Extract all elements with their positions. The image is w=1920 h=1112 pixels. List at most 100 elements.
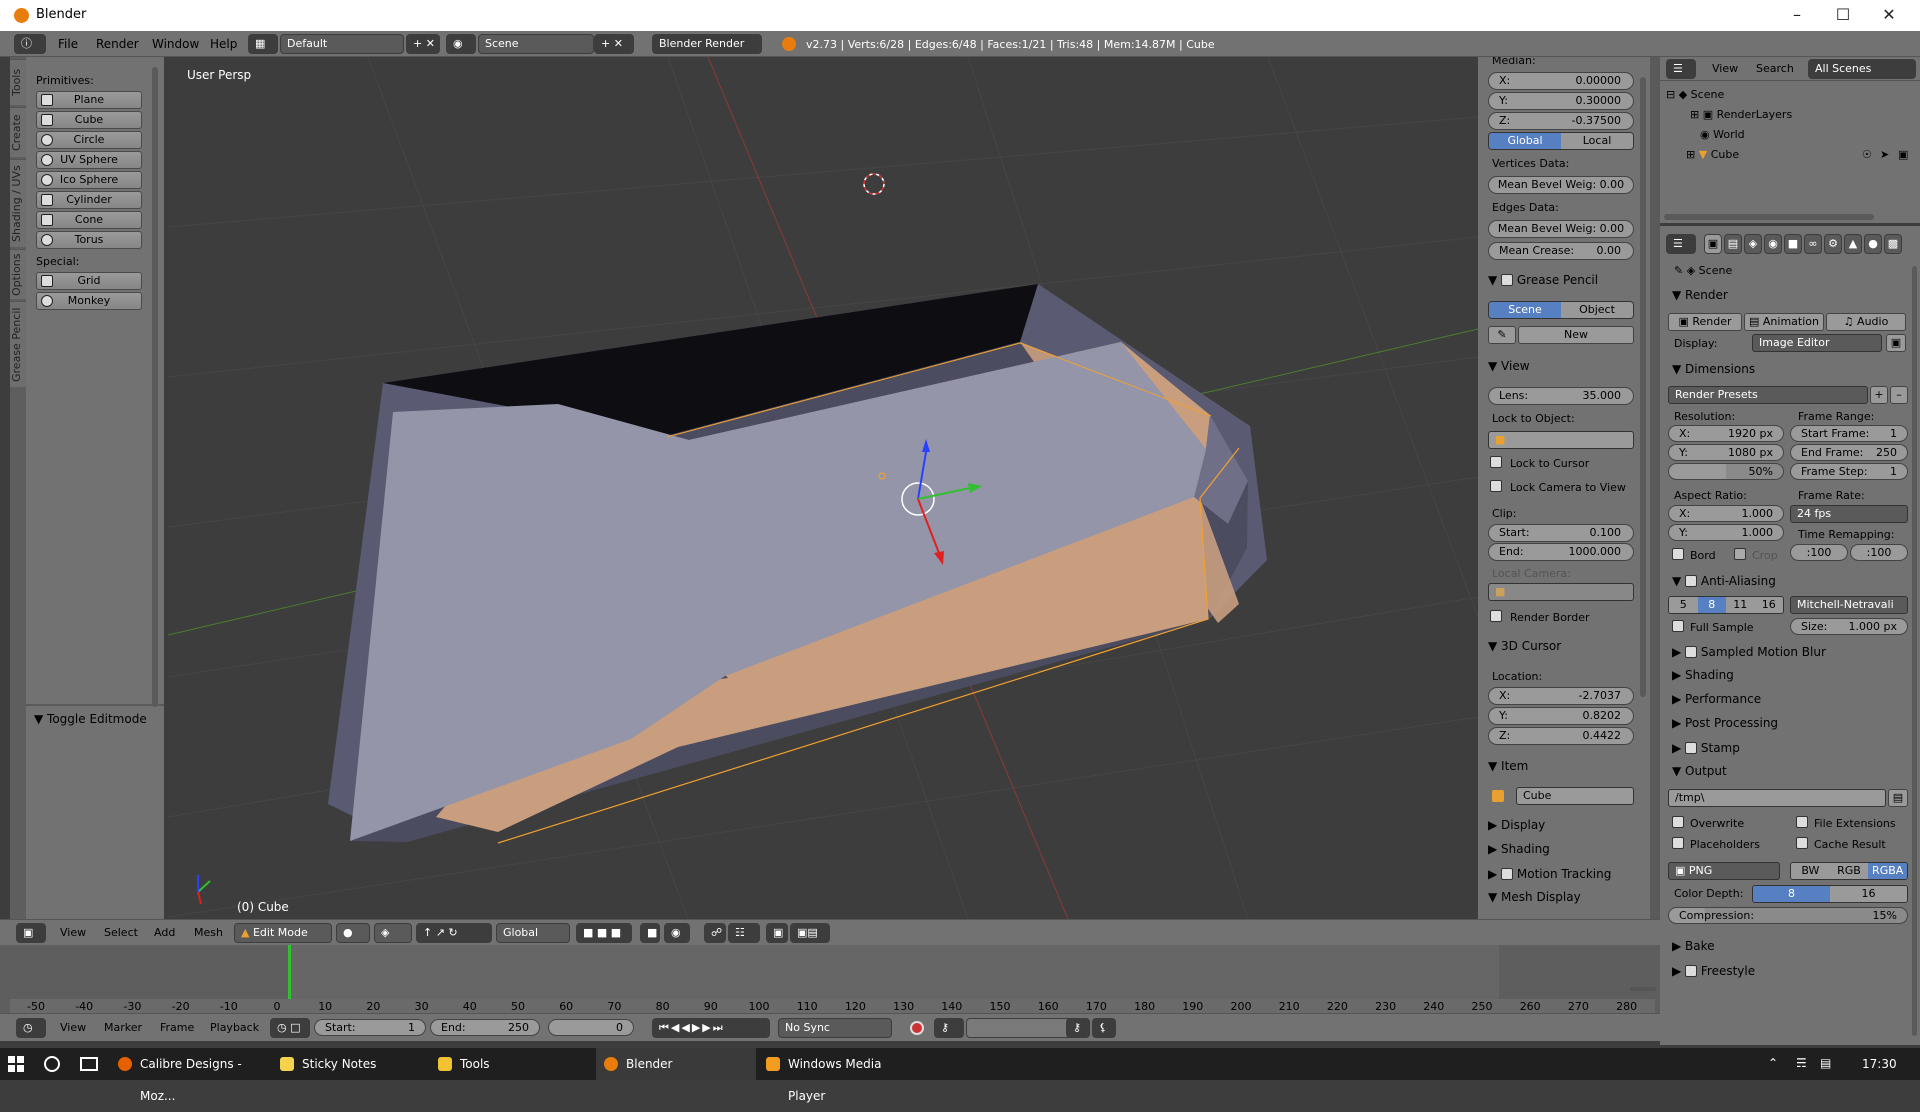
- frame-step-field[interactable]: Frame Step: 1: [1790, 463, 1908, 480]
- clip-start-field[interactable]: Start: 0.100: [1488, 524, 1634, 542]
- menu-help[interactable]: Help: [210, 37, 237, 51]
- aa-samples-5[interactable]: 5: [1669, 597, 1698, 613]
- frame-rate-dropdown[interactable]: 24 fps: [1790, 505, 1908, 523]
- render-presets-dropdown[interactable]: Render Presets: [1668, 386, 1868, 404]
- median-x-field[interactable]: X: 0.00000: [1488, 72, 1634, 90]
- outliner-item-renderlayers[interactable]: ⊞ ▣ RenderLayers: [1690, 108, 1792, 121]
- taskbar-app-firefox[interactable]: Calibre Designs - Moz...: [110, 1048, 270, 1103]
- cursor-y-field[interactable]: Y: 0.8202: [1488, 707, 1634, 725]
- tab-shading-uvs[interactable]: Shading / UVs: [10, 159, 26, 247]
- texture-context-icon[interactable]: ▩: [1884, 234, 1902, 254]
- tab-options[interactable]: Options: [10, 249, 26, 299]
- outliner-item-cube[interactable]: ⊞ ▼ Cube: [1686, 148, 1739, 161]
- taskbar-app-tools[interactable]: Tools: [430, 1048, 594, 1080]
- view3d-mesh-menu[interactable]: Mesh: [194, 926, 223, 939]
- limit-selection-icon[interactable]: ■: [640, 923, 660, 943]
- output-panel-header[interactable]: ▼ Output: [1672, 764, 1727, 778]
- audio-button[interactable]: ♫ Audio: [1826, 313, 1906, 331]
- aa-filter-dropdown[interactable]: Mitchell-Netravali: [1790, 596, 1908, 614]
- outliner-editor-icon[interactable]: ☰: [1666, 59, 1696, 79]
- cache-result-checkbox[interactable]: [1796, 837, 1808, 849]
- render-border-checkbox[interactable]: [1490, 610, 1502, 622]
- object-context-icon[interactable]: ■: [1784, 234, 1802, 254]
- preview-range-toggle[interactable]: ◷ □: [270, 1018, 310, 1038]
- manipulator-toggles[interactable]: ↑ ↗ ↻: [416, 923, 492, 943]
- opengl-render-icon[interactable]: ▣: [766, 923, 788, 943]
- placeholders-checkbox[interactable]: [1672, 837, 1684, 849]
- transform-orientation-dropdown[interactable]: Global: [496, 923, 570, 943]
- file-format-dropdown[interactable]: ▣ PNG: [1668, 862, 1780, 880]
- timeline-playback-menu[interactable]: Playback: [210, 1021, 259, 1034]
- timeline-frame-menu[interactable]: Frame: [160, 1021, 194, 1034]
- output-path-field[interactable]: /tmp\: [1668, 789, 1886, 807]
- taskbar-app-blender[interactable]: Blender: [596, 1048, 756, 1080]
- add-plane-button[interactable]: Plane: [36, 91, 142, 109]
- local-camera-field[interactable]: ■: [1488, 583, 1634, 601]
- layout-field[interactable]: Default: [280, 34, 404, 54]
- data-context-icon[interactable]: ▲: [1844, 234, 1862, 254]
- animation-button[interactable]: ▤ Animation: [1744, 313, 1824, 331]
- time-remap-old-field[interactable]: :100: [1790, 544, 1848, 561]
- tab-create[interactable]: Create: [10, 107, 26, 157]
- aspect-x-field[interactable]: X: 1.000: [1668, 505, 1784, 522]
- border-checkbox[interactable]: [1672, 548, 1684, 560]
- add-uv-sphere-button[interactable]: UV Sphere: [36, 151, 142, 169]
- shading-panel-header[interactable]: ▶ Shading: [1672, 668, 1734, 682]
- timeline-scrollbar[interactable]: [1630, 987, 1656, 991]
- start-frame-field[interactable]: Start Frame: 1: [1790, 425, 1908, 442]
- aa-samples-toggle[interactable]: 5 8 11 16: [1668, 596, 1784, 614]
- constraints-context-icon[interactable]: ∞: [1804, 234, 1822, 254]
- stamp-panel-header[interactable]: ▶ Stamp: [1672, 740, 1740, 755]
- view3d-view-menu[interactable]: View: [60, 926, 86, 939]
- render-button[interactable]: ▣ Render: [1668, 313, 1742, 331]
- aa-size-field[interactable]: Size: 1.000 px: [1790, 618, 1908, 635]
- tab-grease-pencil[interactable]: Grease Pencil: [10, 301, 26, 387]
- rgb-button[interactable]: RGB: [1829, 863, 1869, 879]
- cursor-x-field[interactable]: X: -2.7037: [1488, 687, 1634, 705]
- record-icon[interactable]: [910, 1021, 924, 1035]
- menu-file[interactable]: File: [58, 37, 78, 51]
- gp-object-button[interactable]: Object: [1561, 302, 1633, 318]
- add-grid-button[interactable]: Grid: [36, 272, 142, 290]
- freestyle-panel-header[interactable]: ▶ Freestyle: [1672, 963, 1755, 978]
- pivot-point-dropdown[interactable]: ◈: [374, 923, 412, 943]
- gp-new-button[interactable]: New: [1518, 326, 1634, 344]
- add-circle-button[interactable]: Circle: [36, 131, 142, 149]
- freestyle-checkbox[interactable]: [1685, 965, 1698, 977]
- start-windows-icon[interactable]: [8, 1056, 24, 1072]
- select-mode-buttons[interactable]: ■ ■ ■: [576, 923, 632, 943]
- minimize-button[interactable]: –: [1774, 0, 1820, 31]
- mean-crease-field[interactable]: Mean Crease: 0.00: [1488, 242, 1634, 260]
- outliner-view-menu[interactable]: View: [1712, 62, 1738, 75]
- clip-end-field[interactable]: End: 1000.000: [1488, 543, 1634, 561]
- operator-panel-toggle-editmode[interactable]: ▼ Toggle Editmode: [34, 712, 147, 726]
- menu-window[interactable]: Window: [152, 37, 199, 51]
- close-button[interactable]: ✕: [1866, 0, 1912, 31]
- add-preset-button[interactable]: +: [1870, 386, 1888, 404]
- render-layers-context-icon[interactable]: ▤: [1724, 234, 1742, 254]
- mesh-display-panel-header[interactable]: ▼ Mesh Display: [1488, 890, 1581, 904]
- add-monkey-button[interactable]: Monkey: [36, 292, 142, 310]
- world-context-icon[interactable]: ◉: [1764, 234, 1782, 254]
- lock-camera-checkbox[interactable]: [1490, 480, 1502, 492]
- post-processing-panel-header[interactable]: ▶ Post Processing: [1672, 716, 1778, 730]
- scene-context-icon[interactable]: ◈: [1744, 234, 1762, 254]
- view-panel-header[interactable]: ▼ View: [1488, 359, 1530, 373]
- snap-toggle-icon[interactable]: ☍: [704, 923, 726, 943]
- properties-scrollbar[interactable]: [1912, 266, 1917, 1036]
- bake-panel-header[interactable]: ▶ Bake: [1672, 939, 1715, 953]
- properties-editor-icon[interactable]: ☰: [1666, 234, 1696, 254]
- timeline-editor-icon[interactable]: ◷: [16, 1018, 46, 1038]
- motion-blur-checkbox[interactable]: [1685, 646, 1698, 658]
- global-button[interactable]: Global: [1489, 133, 1561, 149]
- viewport-shading-dropdown[interactable]: ●: [336, 923, 370, 943]
- sync-mode-dropdown[interactable]: No Sync: [778, 1018, 892, 1038]
- visibility-eye-icon[interactable]: ☉: [1862, 148, 1872, 161]
- shading-panel-header[interactable]: ▶ Shading: [1488, 842, 1550, 856]
- menu-render[interactable]: Render: [96, 37, 139, 51]
- compression-slider[interactable]: Compression: 15%: [1668, 907, 1908, 924]
- render-engine-dropdown[interactable]: Blender Render: [652, 34, 762, 54]
- cursor-z-field[interactable]: Z: 0.4422: [1488, 727, 1634, 745]
- median-y-field[interactable]: Y: 0.30000: [1488, 92, 1634, 110]
- file-extensions-checkbox[interactable]: [1796, 816, 1808, 828]
